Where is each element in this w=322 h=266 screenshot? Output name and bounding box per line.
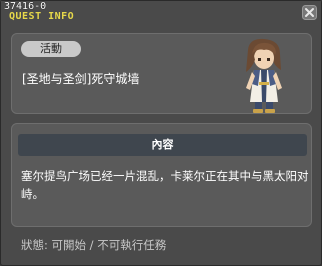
quest-name: [圣地与圣剑]死守城墙 [22,72,140,86]
title-bar[interactable]: 37416-0 QUEST INFO [1,1,321,25]
close-button[interactable] [302,5,317,20]
category-badge: 活動 [21,41,81,57]
content-text: 塞尔提鸟广场已经一片混乱，卡莱尔正在其中与黑太阳对峙。 [21,169,309,201]
npc-portrait-icon [234,36,292,114]
close-icon [302,5,317,20]
quest-content-panel: 內容 塞尔提鸟广场已经一片混乱，卡莱尔正在其中与黑太阳对峙。 [11,123,312,227]
window-title: QUEST INFO [9,11,75,22]
quest-info-window: 37416-0 QUEST INFO 活動 [圣地与圣剑]死守城墙 內容 塞尔提… [0,0,322,266]
content-header: 內容 [18,134,307,156]
quest-header-panel: 活動 [圣地与圣剑]死守城墙 [11,33,312,114]
quest-status: 狀態: 可開始 / 不可執行任務 [21,238,167,252]
